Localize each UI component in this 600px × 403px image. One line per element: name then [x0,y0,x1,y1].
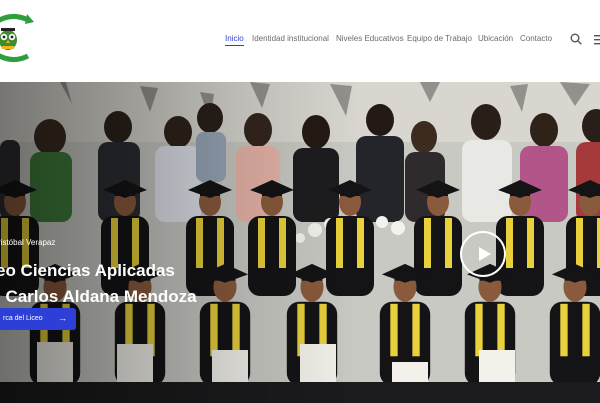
about-button-label: rca del Liceo [3,315,43,322]
hero-title-line-2: . Carlos Aldana Mendoza [0,287,197,306]
nav-item-inicio[interactable]: Inicio [225,34,244,46]
nav-item-ubicacion[interactable]: Ubicación [478,34,513,43]
play-icon [479,247,491,261]
search-icon[interactable] [570,33,582,45]
hero-title-line-1: eo Ciencias Aplicadas [0,261,175,280]
hero-overlay [0,82,600,403]
hero-location-text: ristóbal Verapaz [0,238,56,247]
nav-item-niveles-educativos[interactable]: Niveles Educativos [336,34,404,43]
hero-title: eo Ciencias Aplicadas . Carlos Aldana Me… [0,258,197,310]
menu-icon[interactable] [594,34,600,45]
school-logo[interactable] [0,8,34,68]
about-button[interactable]: rca del Liceo → [0,308,76,330]
site-header: Inicio Identidad institucional Niveles E… [0,0,600,82]
hero-banner: ristóbal Verapaz eo Ciencias Aplicadas .… [0,82,600,403]
nav-item-contacto[interactable]: Contacto [520,34,552,43]
nav-item-identidad-institucional[interactable]: Identidad institucional [252,34,329,43]
play-video-button[interactable] [460,231,506,277]
nav-item-equipo-de-trabajo[interactable]: Equipo de Trabajo [407,34,472,43]
arrow-right-icon: → [58,313,67,323]
